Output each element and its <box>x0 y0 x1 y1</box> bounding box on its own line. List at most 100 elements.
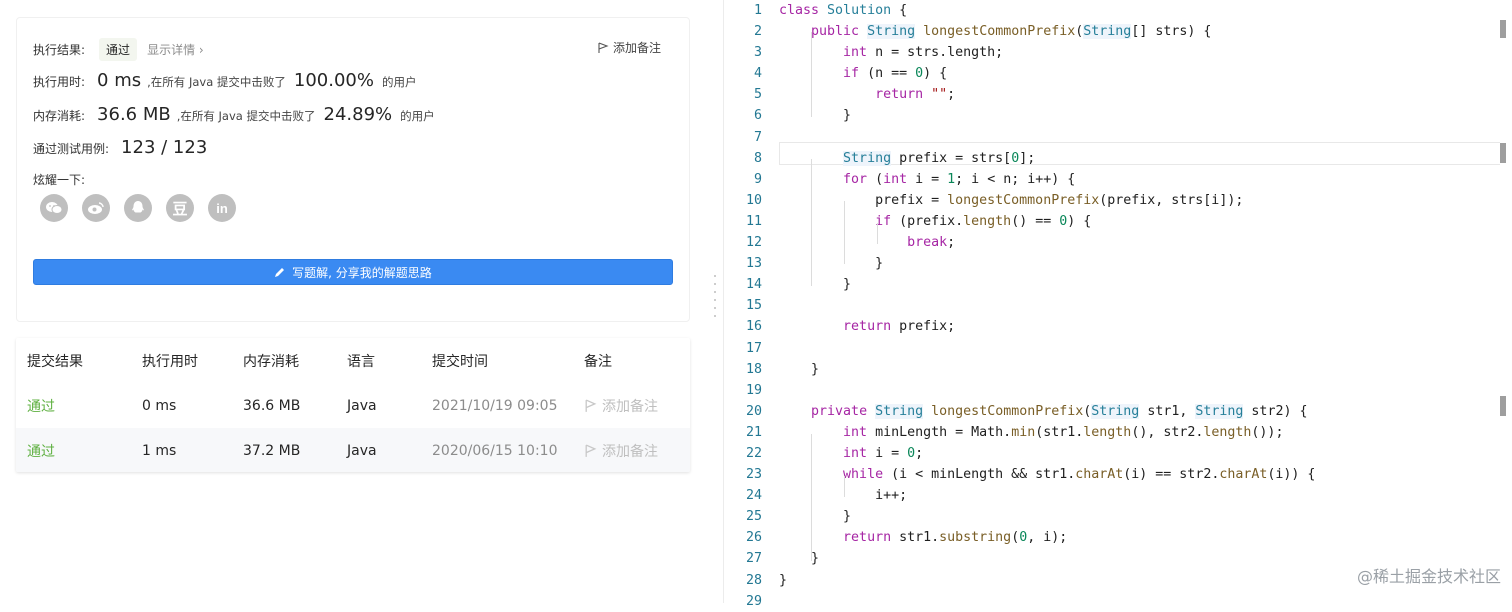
header-language: 语言 <box>347 353 375 370</box>
line-number: 4 <box>753 66 762 82</box>
code-line[interactable]: for (int i = 1; i < n; i++) { <box>779 169 1497 190</box>
row-time: 2021/10/19 09:05 <box>432 397 558 414</box>
code-line[interactable] <box>779 127 1497 148</box>
code-line[interactable]: if (prefix.length() == 0) { <box>779 211 1497 232</box>
memory-beat-text: ,在所有 Java 提交中击败了 <box>176 109 316 123</box>
code-line[interactable]: } <box>779 253 1497 274</box>
runtime-suffix: 的用户 <box>382 75 417 89</box>
watermark: @稀土掘金技术社区 <box>1356 567 1501 586</box>
code-line[interactable]: i++; <box>779 485 1497 506</box>
code-line[interactable]: class Solution { <box>779 0 1497 21</box>
linkedin-icon[interactable]: in <box>208 194 236 222</box>
result-card: 执行结果: 通过 显示详情 › 添加备注 执行用时: 0 ms ,在所有 Jav… <box>16 17 690 322</box>
line-number: 18 <box>745 361 762 377</box>
line-number: 16 <box>745 319 762 335</box>
tests-value: 123 / 123 <box>121 137 208 158</box>
code-line[interactable] <box>779 295 1497 316</box>
flag-icon <box>585 398 597 412</box>
memory-suffix: 的用户 <box>400 109 435 123</box>
code-line[interactable]: } <box>779 506 1497 527</box>
code-line[interactable]: if (n == 0) { <box>779 63 1497 84</box>
result-label: 执行结果: <box>33 43 86 57</box>
line-number: 27 <box>745 551 762 567</box>
line-number: 1 <box>753 3 762 18</box>
code-line[interactable]: } <box>779 274 1497 295</box>
line-number: 20 <box>745 403 762 419</box>
row-add-note-button[interactable]: 添加备注 <box>584 441 690 461</box>
share-row: 炫耀一下: <box>33 171 85 188</box>
memory-row: 内存消耗: 36.6 MB ,在所有 Java 提交中击败了 24.89% 的用… <box>33 104 435 125</box>
row-status[interactable]: 通过 <box>16 396 142 416</box>
write-solution-button[interactable]: 写题解, 分享我的解题思路 <box>33 259 673 285</box>
row-memory: 37.2 MB <box>243 442 301 459</box>
table-row[interactable]: 通过 1 ms 37.2 MB Java 2020/06/15 10:10 添加… <box>16 428 690 472</box>
code-line[interactable]: int i = 0; <box>779 443 1497 464</box>
line-number: 12 <box>745 235 762 251</box>
code-line[interactable]: return prefix; <box>779 316 1497 337</box>
line-number: 13 <box>745 256 762 272</box>
code-line[interactable] <box>779 338 1497 359</box>
header-memory: 内存消耗 <box>243 353 299 370</box>
code-line[interactable]: int minLength = Math.min(str1.length(), … <box>779 422 1497 443</box>
code-area[interactable]: class Solution { public String longestCo… <box>779 0 1497 612</box>
code-line[interactable] <box>779 380 1497 401</box>
line-number: 14 <box>745 277 762 293</box>
row-note-label: 添加备注 <box>602 443 658 460</box>
code-line[interactable]: prefix = longestCommonPrefix(prefix, str… <box>779 190 1497 211</box>
line-number: 24 <box>745 488 762 504</box>
row-add-note-button[interactable]: 添加备注 <box>584 396 690 416</box>
code-line[interactable]: String prefix = strs[0]; <box>779 148 1497 169</box>
row-status[interactable]: 通过 <box>16 441 142 461</box>
line-number: 9 <box>753 171 762 187</box>
qq-icon[interactable] <box>124 194 152 222</box>
line-number: 3 <box>753 45 762 61</box>
row-language: Java <box>347 442 377 459</box>
line-number: 19 <box>745 382 762 398</box>
code-line[interactable]: return str1.substring(0, i); <box>779 527 1497 548</box>
memory-value: 36.6 MB <box>97 104 171 125</box>
wechat-icon[interactable] <box>40 194 68 222</box>
line-number: 25 <box>745 509 762 525</box>
header-status: 提交结果 <box>27 353 83 370</box>
code-line[interactable]: private String longestCommonPrefix(Strin… <box>779 401 1497 422</box>
flag-icon <box>598 41 609 53</box>
line-number: 7 <box>753 129 762 145</box>
share-icons: 豆 in <box>40 194 236 222</box>
header-runtime: 执行用时 <box>142 353 198 370</box>
line-number-gutter: 1 2 3 4 5 6 7 8 9 10 11 12 13 14 15 16 17 18 19 20 21 22 23 24 2… <box>724 0 770 612</box>
code-line[interactable]: int n = strs.length; <box>779 42 1497 63</box>
code-line[interactable]: break; <box>779 232 1497 253</box>
code-line[interactable] <box>779 591 1497 612</box>
line-number: 8 <box>753 150 762 166</box>
runtime-percent: 100.00% <box>293 70 374 91</box>
row-runtime: 1 ms <box>142 442 177 459</box>
code-line[interactable]: } <box>779 105 1497 126</box>
line-number: 11 <box>745 213 762 229</box>
runtime-row: 执行用时: 0 ms ,在所有 Java 提交中击败了 100.00% 的用户 <box>33 70 417 91</box>
show-details-link[interactable]: 显示详情 › <box>147 41 204 58</box>
code-line[interactable]: while (i < minLength && str1.charAt(i) =… <box>779 464 1497 485</box>
code-editor[interactable]: 1 2 3 4 5 6 7 8 9 10 11 12 13 14 15 16 17 18 19 20 21 22 23 24 2… <box>723 0 1512 609</box>
line-number: 10 <box>745 192 762 208</box>
header-time: 提交时间 <box>432 353 488 370</box>
submissions-table: 提交结果 执行用时 内存消耗 语言 提交时间 备注 通过 0 ms 36.6 M… <box>16 338 690 472</box>
add-note-label: 添加备注 <box>612 41 661 55</box>
table-row[interactable]: 通过 0 ms 36.6 MB Java 2021/10/19 09:05 添加… <box>16 383 690 428</box>
line-number: 21 <box>745 424 762 440</box>
douban-icon[interactable]: 豆 <box>166 194 194 222</box>
header-note: 备注 <box>584 353 612 370</box>
code-line[interactable]: return ""; <box>779 84 1497 105</box>
add-note-button[interactable]: 添加备注 <box>597 39 661 56</box>
line-number: 22 <box>745 445 762 461</box>
memory-label: 内存消耗: <box>33 109 86 123</box>
pencil-icon <box>275 268 285 277</box>
row-runtime: 0 ms <box>142 397 177 414</box>
code-line[interactable]: public String longestCommonPrefix(String… <box>779 21 1497 42</box>
runtime-beat-text: ,在所有 Java 提交中击败了 <box>147 75 286 89</box>
weibo-icon[interactable] <box>82 194 110 222</box>
line-number: 23 <box>745 467 762 483</box>
panel-resize-handle[interactable] <box>714 275 716 317</box>
code-line[interactable]: } <box>779 359 1497 380</box>
row-language: Java <box>347 397 377 414</box>
flag-icon <box>585 443 597 457</box>
